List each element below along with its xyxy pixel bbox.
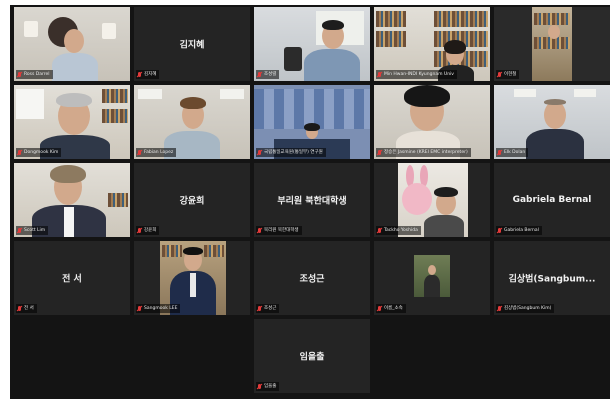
participant-name-label: 국립통일교육원(통일부) 연구원 bbox=[256, 148, 326, 157]
participant-name-label: Dongmook Kim bbox=[16, 148, 62, 157]
participant-name-label: 조성렬 bbox=[256, 70, 280, 79]
mic-muted-icon bbox=[497, 149, 502, 156]
participant-tile[interactable]: Sangmook LEE bbox=[134, 241, 250, 315]
participant-display-name: Gabriela Bernal bbox=[512, 195, 592, 205]
participant-name-label: 김상범(Sangbum Kim) bbox=[496, 304, 555, 313]
mic-muted-icon bbox=[377, 71, 382, 78]
participant-display-name: 강윤희 bbox=[179, 196, 205, 207]
participant-tile[interactable]: Elk Dolan bbox=[494, 85, 610, 159]
mic-muted-icon bbox=[17, 149, 22, 156]
participant-tile[interactable]: Fabian Lopez bbox=[134, 85, 250, 159]
participant-name-label: Sangmook LEE bbox=[136, 304, 181, 313]
mic-muted-icon bbox=[257, 149, 262, 156]
participant-display-name: 조성근 bbox=[299, 274, 325, 285]
mic-muted-icon bbox=[17, 71, 22, 78]
mic-muted-icon bbox=[497, 227, 502, 234]
participant-name-label: Gabriela Bernal bbox=[496, 226, 542, 235]
mic-muted-icon bbox=[137, 71, 142, 78]
participant-name-label: 정승은 Jasmine (KREI EMC interpreter) bbox=[376, 148, 471, 157]
participant-name-label: Scott Lim bbox=[16, 226, 49, 235]
mic-muted-icon bbox=[17, 305, 22, 312]
participant-name-label: Tackho Yoshida bbox=[376, 226, 421, 235]
participant-name-label: Ross Darrel bbox=[16, 70, 53, 79]
participant-tile[interactable]: 정승은 Jasmine (KREI EMC interpreter) bbox=[374, 85, 490, 159]
participant-tile[interactable]: Gabriela Bernal Gabriela Bernal bbox=[494, 163, 610, 237]
mic-muted-icon bbox=[497, 305, 502, 312]
participant-display-name: 임을출 bbox=[299, 352, 325, 363]
participant-name-label: 김지혜 bbox=[136, 70, 160, 79]
participant-tile[interactable]: 이름_소속 bbox=[374, 241, 490, 315]
participant-display-name: 김상범(Sangbum... bbox=[508, 274, 596, 285]
mic-muted-icon bbox=[377, 227, 382, 234]
participant-tile[interactable]: 김상범(Sangbum... 김상범(Sangbum Kim) bbox=[494, 241, 610, 315]
participant-name-label: 전 서 bbox=[16, 304, 37, 313]
participant-display-name: 전 서 bbox=[62, 274, 82, 285]
participant-name-label: Fabian Lopez bbox=[136, 148, 177, 157]
participant-tile[interactable]: Scott Lim bbox=[14, 163, 130, 237]
gallery-view: Ross Darrel 김지혜 김지혜 조성렬 Min Hwan-INDI Ky… bbox=[10, 5, 610, 399]
participant-tile[interactable]: 김지혜 김지혜 bbox=[134, 7, 250, 81]
mic-muted-icon bbox=[377, 305, 382, 312]
participant-tile[interactable]: Dongmook Kim bbox=[14, 85, 130, 159]
participant-name-label: 이름_소속 bbox=[376, 304, 406, 313]
participant-tile[interactable]: 부리원 북한대학생 북리원 북한대학생 bbox=[254, 163, 370, 237]
mic-muted-icon bbox=[377, 149, 382, 156]
mic-muted-icon bbox=[257, 71, 262, 78]
participant-name-label: 강윤희 bbox=[136, 226, 160, 235]
participant-name-label: 북리원 북한대학생 bbox=[256, 226, 302, 235]
mic-muted-icon bbox=[17, 227, 22, 234]
participant-tile[interactable]: Min Hwan-INDI Kyungnam Univ bbox=[374, 7, 490, 81]
mic-muted-icon bbox=[257, 383, 262, 390]
participant-tile[interactable]: Tackho Yoshida bbox=[374, 163, 490, 237]
participant-tile[interactable]: Ross Darrel bbox=[14, 7, 130, 81]
participant-tile-active-speaker[interactable]: 조성렬 bbox=[254, 7, 370, 81]
participant-name-label: Elk Dolan bbox=[496, 148, 529, 157]
mic-muted-icon bbox=[257, 305, 262, 312]
participant-tile[interactable]: 이현철 bbox=[494, 7, 610, 81]
participant-tile[interactable]: 국립통일교육원(통일부) 연구원 bbox=[254, 85, 370, 159]
participant-display-name: 김지혜 bbox=[179, 40, 205, 51]
mic-muted-icon bbox=[137, 149, 142, 156]
participant-name-label: 임을출 bbox=[256, 382, 280, 391]
mic-muted-icon bbox=[257, 227, 262, 234]
mic-muted-icon bbox=[137, 305, 142, 312]
participant-tile[interactable]: 강윤희 강윤희 bbox=[134, 163, 250, 237]
participant-tile[interactable]: 임을출 임을출 bbox=[254, 319, 370, 393]
participant-tile[interactable]: 조성근 조성근 bbox=[254, 241, 370, 315]
mic-muted-icon bbox=[497, 71, 502, 78]
participant-display-name: 부리원 북한대학생 bbox=[277, 196, 347, 207]
participant-name-label: Min Hwan-INDI Kyungnam Univ bbox=[376, 70, 457, 79]
participant-tile[interactable]: 전 서 전 서 bbox=[14, 241, 130, 315]
participant-name-label: 조성근 bbox=[256, 304, 280, 313]
mic-muted-icon bbox=[137, 227, 142, 234]
participant-name-label: 이현철 bbox=[496, 70, 520, 79]
